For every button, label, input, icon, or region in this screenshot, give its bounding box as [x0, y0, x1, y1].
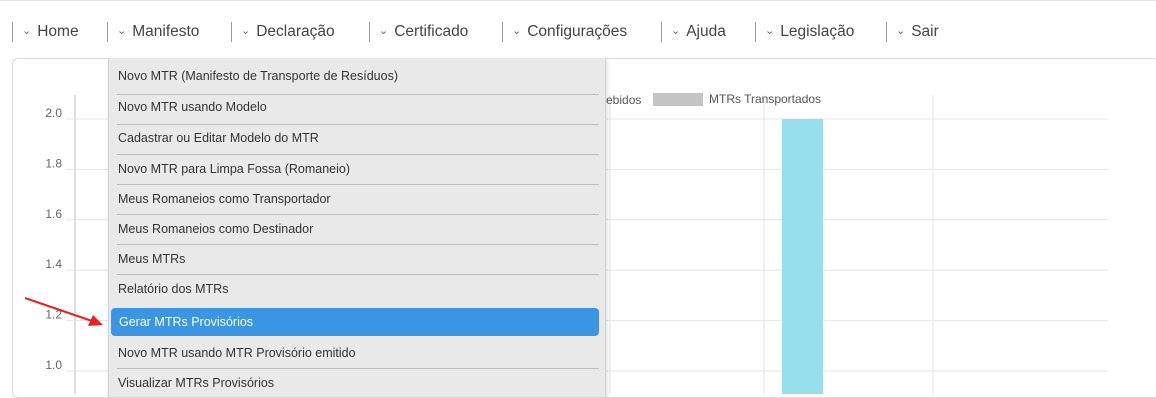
manifesto-dropdown-menu: Novo MTR (Manifesto de Transporte de Res…	[108, 58, 606, 398]
chart-y-tick-label: 2.0	[45, 106, 62, 120]
menu-item-novo-mtr-limpa-fossa[interactable]: Novo MTR para Limpa Fossa (Romaneio)	[110, 154, 598, 184]
chart-y-tick-label: 1.2	[45, 308, 62, 322]
menu-item-novo-mtr-modelo[interactable]: Novo MTR usando Modelo	[110, 92, 598, 122]
menu-item-relatorio-mtrs[interactable]: Relatório dos MTRs	[110, 274, 598, 304]
menu-item-novo-mtr[interactable]: Novo MTR (Manifesto de Transporte de Res…	[110, 61, 598, 91]
chart-legend-transportados-label: MTRs Transportados	[709, 92, 822, 106]
chart-legend-transportados-swatch	[653, 93, 703, 106]
chart-y-tick-label: 1.8	[45, 156, 62, 170]
menu-item-meus-mtrs[interactable]: Meus MTRs	[110, 244, 598, 274]
menu-item-romaneios-transportador[interactable]: Meus Romaneios como Transportador	[110, 184, 598, 214]
chart-bar-mtrs-transportados	[782, 119, 823, 394]
chart-y-axis: 2.0 1.8 1.6 1.4 1.2 1.0	[45, 106, 62, 372]
chart-legend-recebidos-label: ebidos	[606, 93, 642, 107]
menu-item-gerar-mtrs-provisorios[interactable]: Gerar MTRs Provisórios	[111, 308, 599, 336]
chart-y-tick-label: 1.0	[45, 358, 62, 372]
menu-item-novo-mtr-provisorio[interactable]: Novo MTR usando MTR Provisório emitido	[110, 338, 598, 368]
chart-y-tick-label: 1.4	[45, 257, 62, 271]
menu-item-cadastrar-modelo[interactable]: Cadastrar ou Editar Modelo do MTR	[110, 123, 598, 153]
chart-y-tick-label: 1.6	[45, 207, 62, 221]
menu-item-romaneios-destinador[interactable]: Meus Romaneios como Destinador	[110, 214, 598, 244]
